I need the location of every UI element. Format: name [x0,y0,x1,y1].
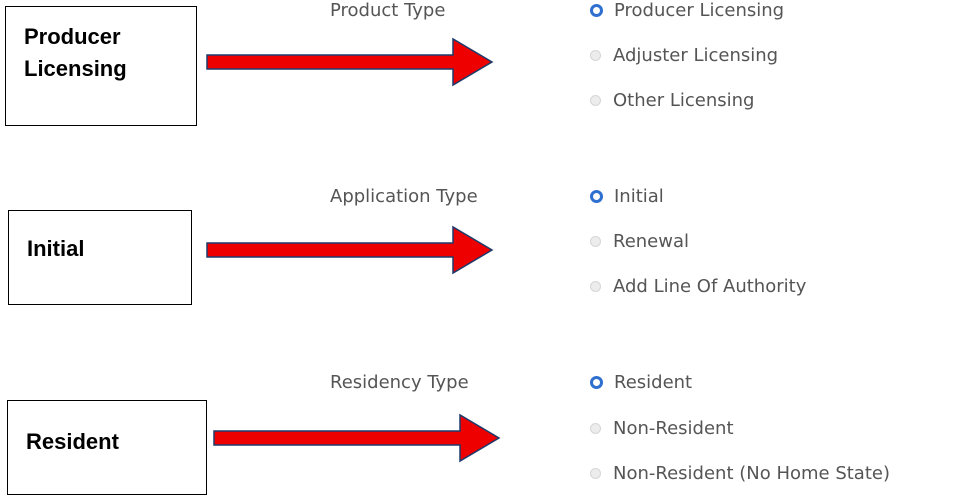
callout-line-2: Licensing [24,55,127,81]
option-label: Resident [614,372,693,393]
arrow-right-icon [206,225,494,275]
callout-producer-licensing: Producer Licensing [5,6,197,126]
arrow-right-icon [206,37,494,87]
radio-checked-icon [590,4,603,17]
callout-resident: Resident [7,400,207,495]
radio-non-resident[interactable]: Non-Resident [590,418,734,439]
option-label: Other Licensing [613,90,755,111]
radio-unchecked-icon [590,423,601,434]
product-type-label: Product Type [330,0,446,21]
radio-unchecked-icon [590,281,601,292]
residency-type-label: Residency Type [330,372,469,393]
radio-checked-icon [590,376,603,389]
option-label: Renewal [613,231,690,252]
callout-line-1: Resident [26,429,119,454]
radio-other-licensing[interactable]: Other Licensing [590,90,754,111]
radio-renewal[interactable]: Renewal [590,231,689,252]
option-label: Initial [614,186,664,207]
application-type-label: Application Type [330,186,478,207]
option-label: Add Line Of Authority [613,276,807,297]
radio-add-line-of-authority[interactable]: Add Line Of Authority [590,276,806,297]
arrow-right-icon [213,413,501,463]
radio-adjuster-licensing[interactable]: Adjuster Licensing [590,45,778,66]
radio-unchecked-icon [590,95,601,106]
radio-producer-licensing[interactable]: Producer Licensing [590,0,784,21]
radio-non-resident-no-home-state[interactable]: Non-Resident (No Home State) [590,463,890,484]
callout-line-1: Initial [27,236,85,261]
radio-checked-icon [590,190,603,203]
radio-unchecked-icon [590,468,601,479]
callout-line-1: Producer [24,24,121,49]
option-label: Producer Licensing [614,0,785,21]
radio-unchecked-icon [590,50,601,61]
callout-initial: Initial [8,210,192,305]
radio-unchecked-icon [590,236,601,247]
radio-resident[interactable]: Resident [590,372,692,393]
radio-initial[interactable]: Initial [590,186,664,207]
option-label: Non-Resident [613,418,734,439]
option-label: Non-Resident (No Home State) [613,463,890,484]
option-label: Adjuster Licensing [613,45,779,66]
